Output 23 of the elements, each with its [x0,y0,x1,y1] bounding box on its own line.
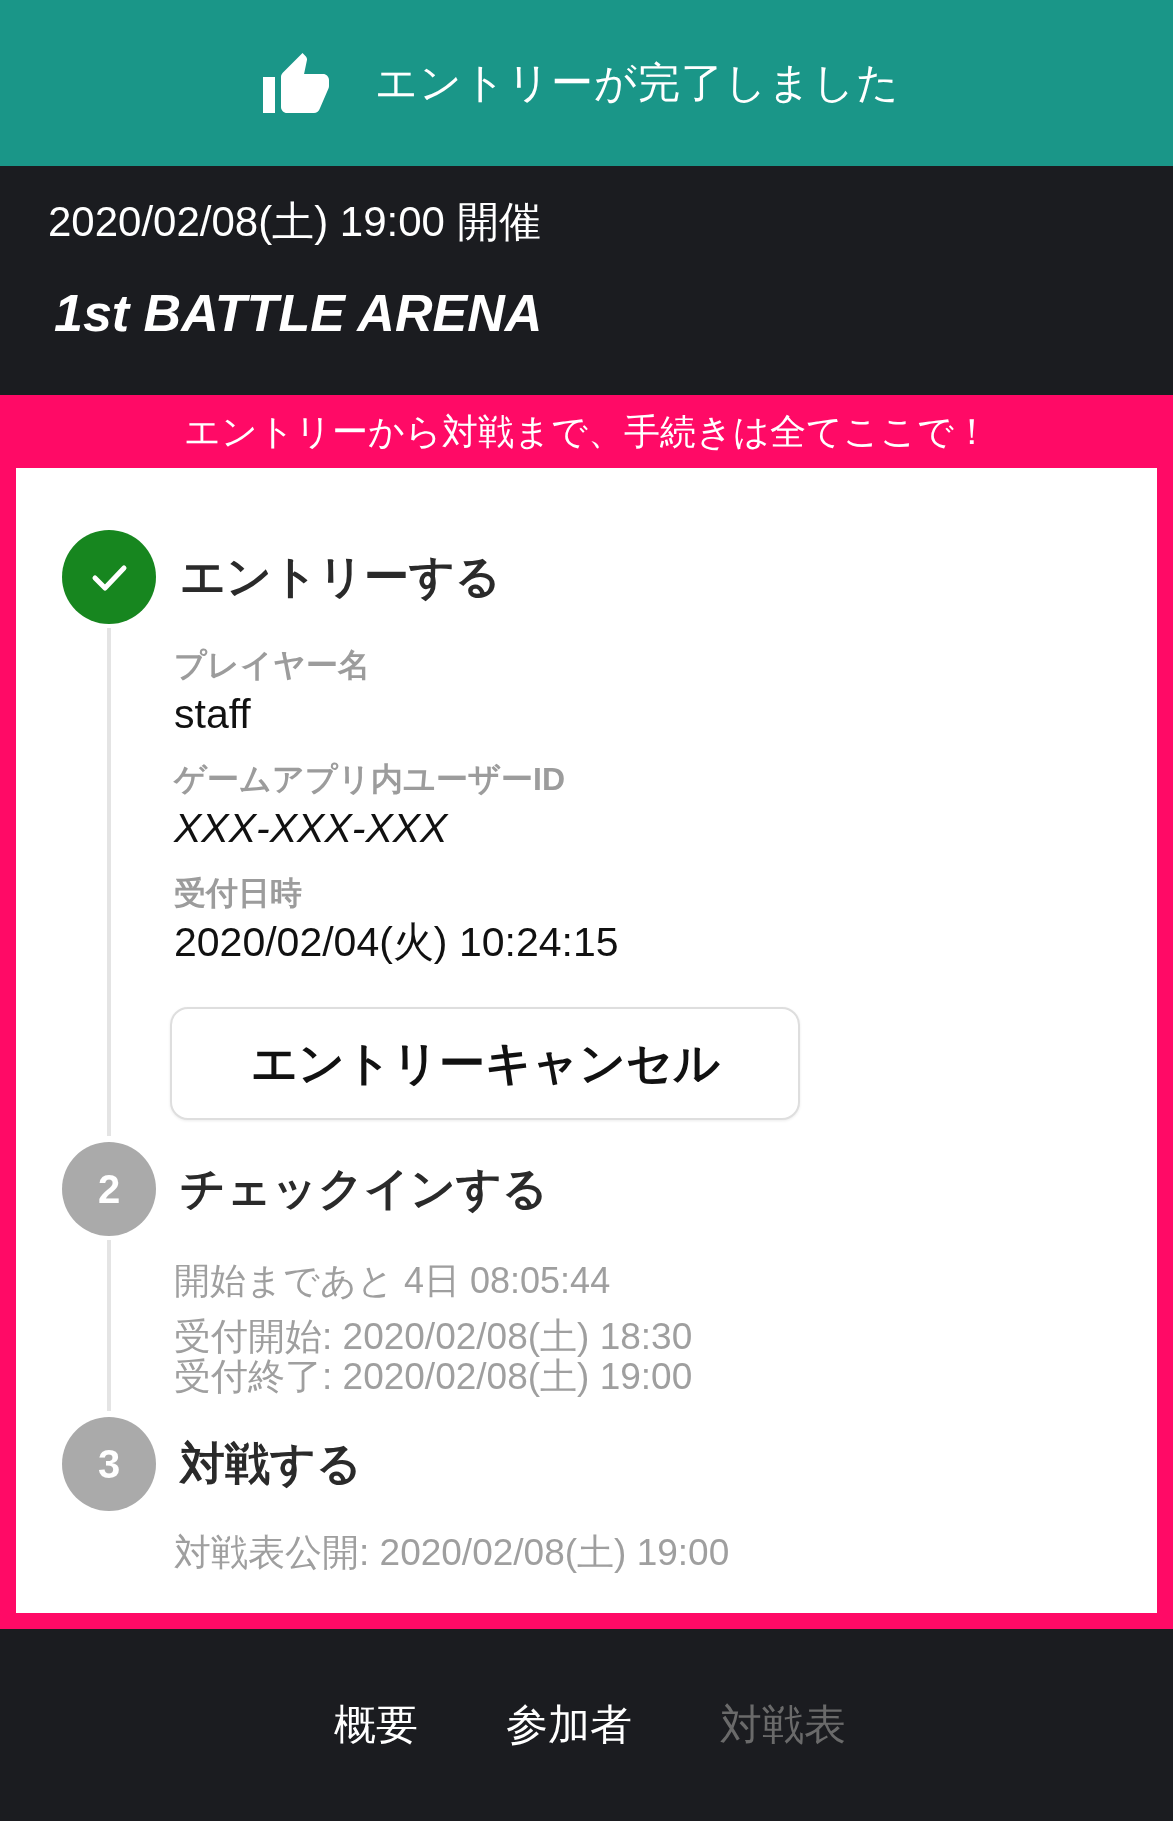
step-title: チェックインする [180,1162,549,1216]
schedule-text: 受付開始: 2020/02/08(土) 18:30 [174,1317,694,1357]
tagline: エントリーから対戦まで、手続きは全てここで！ [182,410,991,454]
field-label: プレイヤー名 [174,646,371,685]
step-title: 対戦する [180,1437,363,1491]
field-label: ゲームアプリ内ユーザーID [174,760,566,799]
field-label: 受付日時 [174,874,303,913]
banner-message: エントリーが完了しました [375,58,900,108]
thumbs-up-icon [263,53,329,113]
nav-tab[interactable]: 概要 [333,1697,418,1753]
nav-tab[interactable]: 参加者 [505,1697,632,1753]
step-number: 2 [62,1142,156,1236]
event-title: 1st BATTLE ARENA [53,283,544,344]
event-date: 2020/02/08(土) 19:00 開催 [48,197,542,247]
step-title: エントリーする [180,550,502,604]
field-value: XXX-XXX-XXX [174,804,450,853]
countdown-text: 開始まであと 4日 08:05:44 [174,1259,612,1303]
cancel-entry-button[interactable]: エントリーキャンセル [170,1007,800,1120]
field-value: 2020/02/04(火) 10:24:15 [174,918,620,967]
schedule-text: 対戦表公開: 2020/02/08(土) 19:00 [174,1533,731,1573]
step-number: 3 [62,1417,156,1511]
field-value: staff [174,690,252,739]
schedule-text: 受付終了: 2020/02/08(土) 19:00 [174,1357,694,1397]
